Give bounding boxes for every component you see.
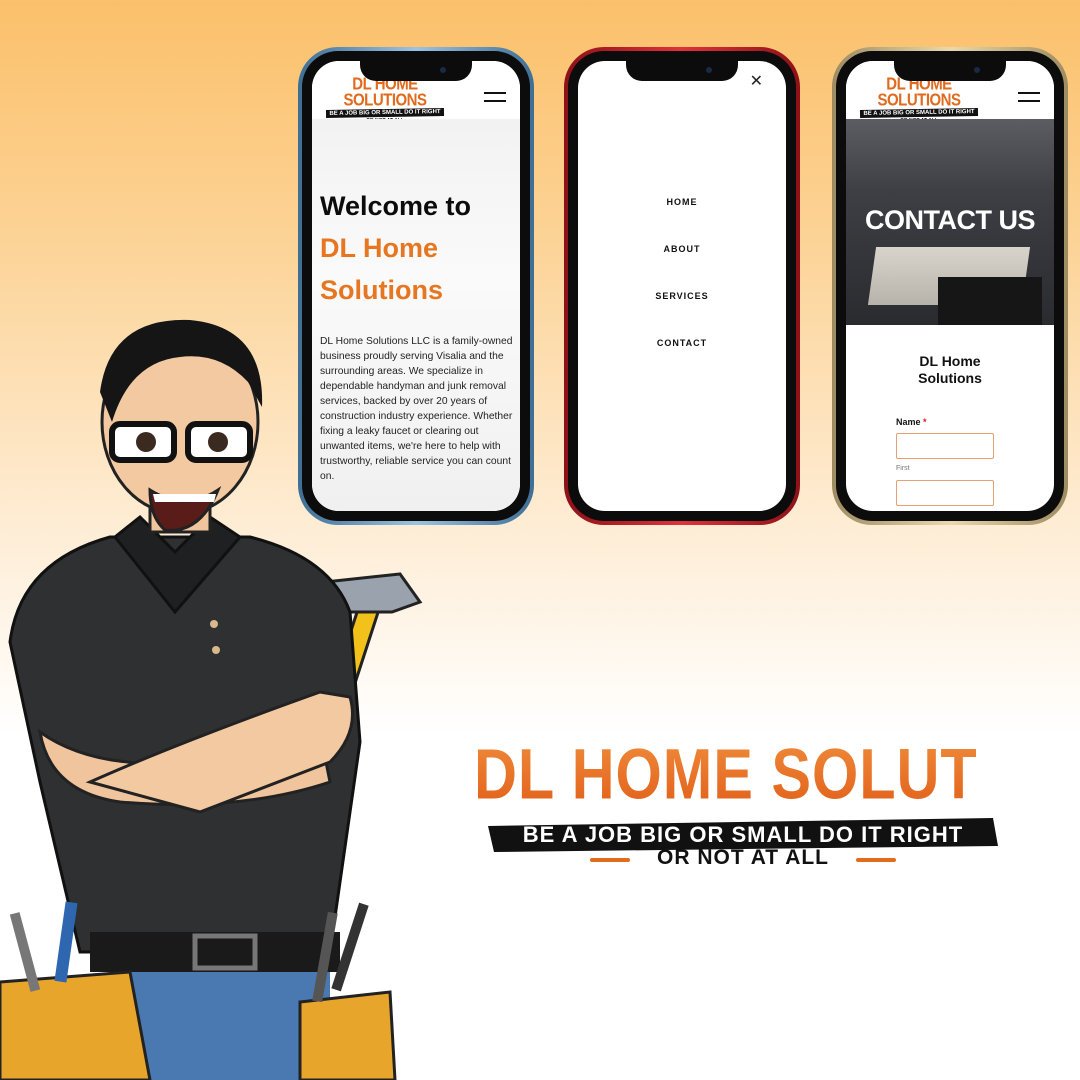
- business-name-line-1: DL Home: [919, 353, 981, 369]
- close-icon[interactable]: ✕: [750, 71, 763, 91]
- phone-notch: [626, 61, 738, 81]
- brand-logo-tagline2: OR NOT AT ALL: [590, 846, 896, 870]
- header-logo[interactable]: DL HOME SOLUTIONS BE A JOB BIG OR SMALL …: [325, 74, 445, 124]
- name-label-text: Name: [896, 417, 921, 427]
- phone-bezel: DL HOME SOLUTIONS BE A JOB BIG OR SMALL …: [836, 51, 1064, 521]
- phone-bezel: ✕ HOME ABOUT SERVICES CONTACT: [568, 51, 796, 521]
- business-name: DL Home Solutions: [846, 353, 1054, 387]
- last-name-input[interactable]: [896, 480, 994, 506]
- brand-logo: DL HOME SOLUTIONS BE A JOB BIG OR SMALL …: [474, 738, 1080, 869]
- first-name-sublabel: First: [896, 465, 910, 472]
- contact-hero-image: CONTACT US: [846, 119, 1054, 325]
- phone-screen: DL HOME SOLUTIONS BE A JOB BIG OR SMALL …: [846, 61, 1054, 511]
- brand-logo-title: DL HOME SOLUTIONS: [474, 733, 1080, 815]
- welcome-line-2: DL Home: [320, 233, 439, 263]
- nav-item-about[interactable]: ABOUT: [578, 244, 786, 255]
- required-mark: *: [923, 417, 927, 427]
- brand-logo-tagline: BE A JOB BIG OR SMALL DO IT RIGHT: [522, 822, 964, 847]
- hamburger-menu-icon[interactable]: [484, 92, 506, 102]
- header-logo[interactable]: DL HOME SOLUTIONS BE A JOB BIG OR SMALL …: [859, 74, 979, 124]
- business-name-line-2: Solutions: [918, 370, 982, 386]
- header-logo-tagline: BE A JOB BIG OR SMALL DO IT RIGHT: [325, 107, 445, 119]
- hamburger-menu-icon[interactable]: [1018, 92, 1040, 102]
- phone-screen: ✕ HOME ABOUT SERVICES CONTACT: [578, 61, 786, 511]
- kitchen-cabinet-shape: [938, 277, 1042, 325]
- welcome-line-1: Welcome to: [320, 191, 472, 221]
- nav-item-services[interactable]: SERVICES: [578, 291, 786, 302]
- nav-item-home[interactable]: HOME: [578, 197, 786, 208]
- contact-hero-title: CONTACT US: [865, 205, 1036, 235]
- header-logo-tagline: BE A JOB BIG OR SMALL DO IT RIGHT: [859, 107, 979, 119]
- phone-contact: DL HOME SOLUTIONS BE A JOB BIG OR SMALL …: [832, 47, 1068, 525]
- phone-notch: [894, 61, 1006, 81]
- name-field-label: Name *: [896, 417, 927, 427]
- phone-menu: ✕ HOME ABOUT SERVICES CONTACT: [564, 47, 800, 525]
- header-logo-title: DL HOME SOLUTIONS: [877, 74, 961, 111]
- welcome-line-3: Solutions: [320, 275, 443, 305]
- first-name-input[interactable]: [896, 433, 994, 459]
- nav-item-contact[interactable]: CONTACT: [578, 338, 786, 349]
- welcome-heading: Welcome to DL Home Solutions: [320, 185, 471, 311]
- phone-notch: [360, 61, 472, 81]
- header-logo-title: DL HOME SOLUTIONS: [343, 74, 427, 111]
- handyman-mascot-illustration: [0, 319, 423, 1080]
- mobile-nav-menu: HOME ABOUT SERVICES CONTACT: [578, 197, 786, 385]
